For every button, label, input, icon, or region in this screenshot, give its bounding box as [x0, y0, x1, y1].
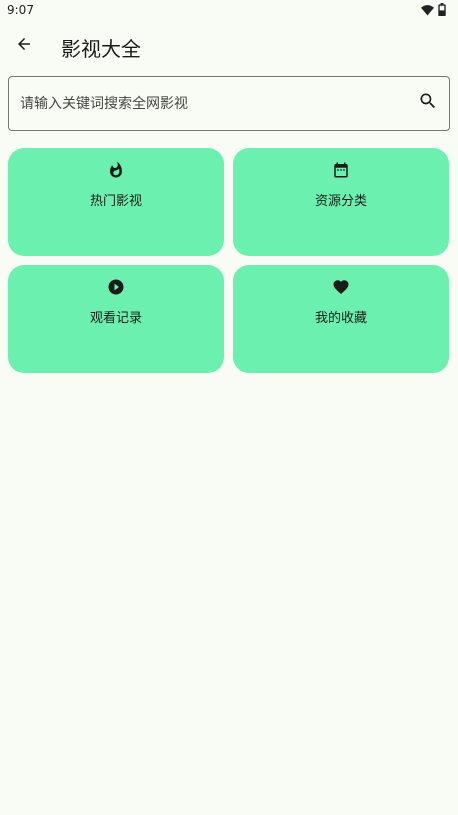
card-label: 我的收藏 — [314, 311, 367, 326]
card-label: 资源分类 — [314, 194, 367, 209]
battery-icon — [438, 1, 446, 20]
card-label: 热门影视 — [89, 194, 142, 209]
heart-icon — [331, 277, 351, 297]
page-title: 影视大全 — [61, 37, 141, 61]
status-bar: 9:07 — [0, 0, 458, 22]
status-icons — [421, 1, 446, 20]
calendar-icon — [331, 160, 351, 180]
status-time: 9:07 — [7, 3, 34, 17]
search-field[interactable] — [8, 76, 450, 131]
card-hot-videos[interactable]: 热门影视 — [8, 148, 224, 256]
card-label: 观看记录 — [89, 311, 142, 326]
back-button[interactable] — [10, 32, 38, 60]
card-watch-history[interactable]: 观看记录 — [8, 265, 224, 373]
card-resource-categories[interactable]: 资源分类 — [233, 148, 449, 256]
search-input[interactable] — [20, 77, 410, 130]
search-button[interactable] — [417, 92, 439, 114]
card-my-favorites[interactable]: 我的收藏 — [233, 265, 449, 373]
wifi-icon — [421, 1, 434, 20]
fire-icon — [106, 160, 126, 180]
arrow-left-icon — [15, 35, 33, 57]
search-icon — [418, 91, 438, 115]
app-bar: 影视大全 — [0, 22, 458, 70]
play-circle-icon — [106, 277, 126, 297]
